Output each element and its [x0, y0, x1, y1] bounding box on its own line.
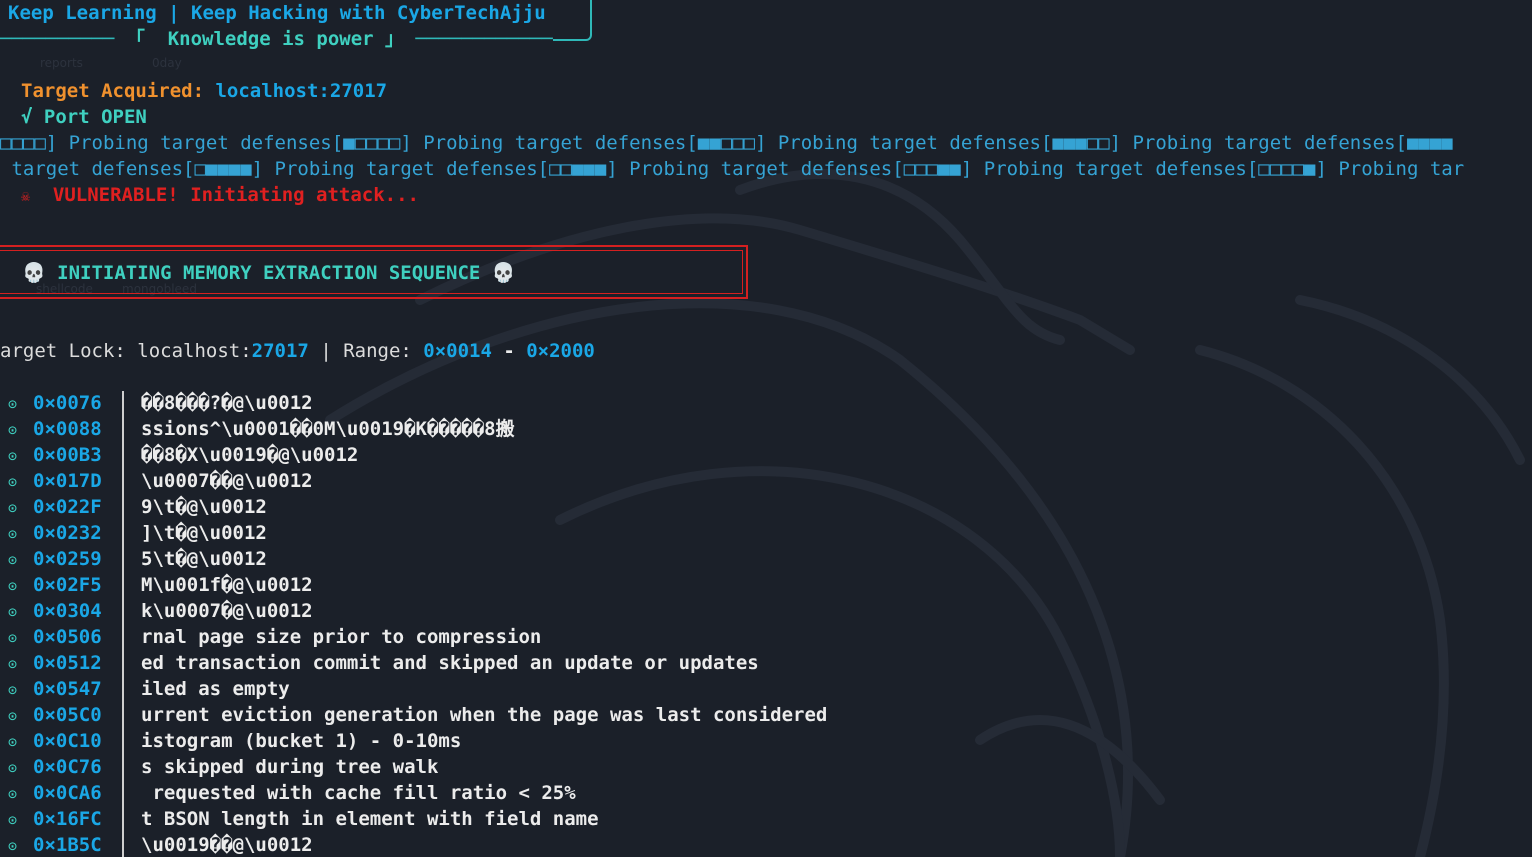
probe-line-2: target defenses[□■■■■] Probing target de…: [0, 158, 1465, 180]
memory-content: iled as empty: [141, 678, 290, 700]
banner-rule-right: ────────────: [404, 28, 553, 50]
bullet-icon: ⊙: [8, 525, 18, 543]
memory-address: 0×0259: [33, 548, 102, 570]
memory-content: 5\t�@\u0012: [141, 548, 267, 570]
bullet-icon: ⊙: [8, 577, 18, 595]
memory-address: 0×00B3: [33, 444, 102, 466]
bullet-icon: ⊙: [8, 499, 18, 517]
memory-content: k\u0007�@\u0012: [141, 600, 313, 622]
desktop-icon-label-reports: reports: [40, 56, 83, 70]
memory-address: 0×017D: [33, 470, 102, 492]
bullet-icon: ⊙: [8, 551, 18, 569]
skull-crossbones-icon: ☠: [21, 187, 31, 205]
memory-content: M\u001f�@\u0012: [141, 574, 313, 596]
bullet-icon: ⊙: [8, 603, 18, 621]
probe-line-1: □□□□] Probing target defenses[■□□□□] Pro…: [0, 132, 1453, 154]
memory-content: ed transaction commit and skipped an upd…: [141, 652, 759, 674]
banner-rule-left: ──────────: [0, 28, 126, 50]
memory-content: ��8�X\u0019�@\u0012: [141, 444, 359, 466]
target-acquired-value: localhost:27017: [215, 80, 388, 102]
range-start: 0×0014: [423, 340, 492, 362]
memory-content: s skipped during tree walk: [141, 756, 439, 778]
memory-address: 0×0512: [33, 652, 102, 674]
memory-content: istogram (bucket 1) - 0-10ms: [141, 730, 462, 752]
memory-address: 0×02F5: [33, 574, 102, 596]
skull-icon: 💀: [22, 262, 46, 284]
bullet-icon: ⊙: [8, 395, 18, 413]
target-lock-port: 27017: [251, 340, 309, 362]
sequence-title: INITIATING MEMORY EXTRACTION SEQUENCE: [57, 262, 481, 284]
target-lock-line: arget Lock: localhost:27017 | Range: 0×0…: [0, 338, 595, 364]
memory-address: 0×0506: [33, 626, 102, 648]
bullet-icon: ⊙: [8, 837, 18, 855]
target-acquired-label: Target Acquired:: [21, 80, 205, 102]
memory-address: 0×0076: [33, 392, 102, 414]
memory-content: \u0019��@\u0012: [141, 834, 313, 856]
memory-address: 0×0088: [33, 418, 102, 440]
vulnerable-line: ☠ VULNERABLE! Initiating attack...: [21, 182, 419, 209]
column-separator: [122, 391, 124, 857]
bullet-icon: ⊙: [8, 707, 18, 725]
memory-address: 0×16FC: [33, 808, 102, 830]
skull-icon: 💀: [491, 262, 516, 284]
memory-content: ssions^\u0001��0M\u0019�K�����8搬: [141, 418, 515, 440]
bullet-icon: ⊙: [8, 733, 18, 751]
banner-title: Keep Learning | Keep Hacking with CyberT…: [8, 2, 546, 24]
memory-address: 0×0C10: [33, 730, 102, 752]
bullet-icon: ⊙: [8, 811, 18, 829]
bullet-icon: ⊙: [8, 785, 18, 803]
bullet-icon: ⊙: [8, 629, 18, 647]
desktop-icon-label-0day: 0day: [152, 56, 182, 70]
sequence-title-line: 💀 INITIATING MEMORY EXTRACTION SEQUENCE …: [22, 260, 516, 286]
port-status: √ Port OPEN: [21, 106, 147, 128]
bullet-icon: ⊙: [8, 447, 18, 465]
memory-content: \u0007��@\u0012: [141, 470, 313, 492]
memory-address: 0×0547: [33, 678, 102, 700]
memory-content: urrent eviction generation when the page…: [141, 704, 828, 726]
memory-address: 0×022F: [33, 496, 102, 518]
bullet-icon: ⊙: [8, 681, 18, 699]
range-end: 0×2000: [526, 340, 595, 362]
range-dash: -: [491, 340, 527, 362]
vulnerable-text: VULNERABLE! Initiating attack...: [52, 184, 419, 206]
bullet-icon: ⊙: [8, 473, 18, 491]
banner-subtitle-row: ────────── 「 Knowledge is power 」 ──────…: [0, 26, 553, 52]
memory-address: 0×0CA6: [33, 782, 102, 804]
memory-address: 0×0C76: [33, 756, 102, 778]
banner-subtitle: 「 Knowledge is power 」: [125, 28, 405, 50]
memory-address: 0×0304: [33, 600, 102, 622]
memory-content: 9\t�@\u0012: [141, 496, 267, 518]
bullet-icon: ⊙: [8, 655, 18, 673]
memory-address: 0×0232: [33, 522, 102, 544]
memory-content: requested with cache fill ratio < 25%: [141, 782, 576, 804]
memory-address: 0×05C0: [33, 704, 102, 726]
bullet-icon: ⊙: [8, 759, 18, 777]
memory-content: ]\t�@\u0012: [141, 522, 267, 544]
target-lock-label: arget Lock: localhost:: [0, 340, 252, 362]
memory-address: 0×1B5C: [33, 834, 102, 856]
memory-content: ��8���?�@\u0012: [141, 392, 313, 414]
target-acquired-line: Target Acquired: localhost:27017: [21, 78, 387, 104]
memory-content: rnal page size prior to compression: [141, 626, 542, 648]
memory-content: t BSON length in element with field name: [141, 808, 599, 830]
bullet-icon: ⊙: [8, 421, 18, 439]
range-label: | Range:: [308, 340, 424, 362]
